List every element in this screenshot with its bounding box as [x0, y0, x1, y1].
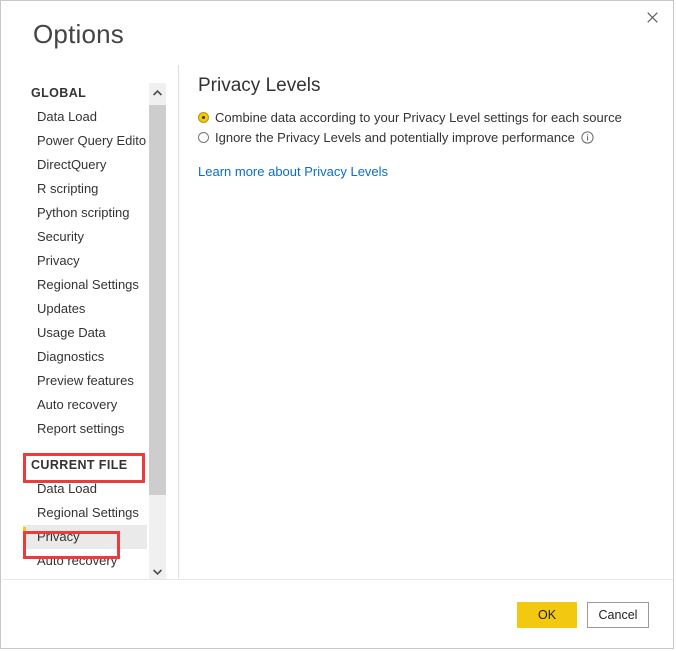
page-title: Options: [33, 19, 125, 49]
radio-option-combine-data[interactable]: Combine data according to your Privacy L…: [198, 107, 653, 127]
learn-more-link[interactable]: Learn more about Privacy Levels: [198, 164, 388, 179]
sidebar-item-power-query-editor[interactable]: Power Query Editor: [23, 129, 147, 153]
scroll-up-button[interactable]: [149, 83, 166, 100]
sidebar-item-data-load[interactable]: Data Load: [23, 477, 147, 501]
sidebar-item-diagnostics[interactable]: Diagnostics: [23, 345, 147, 369]
sidebar-item-report-settings[interactable]: Report settings: [23, 417, 147, 441]
sidebar-item-r-scripting[interactable]: R scripting: [23, 177, 147, 201]
options-dialog: Options GLOBAL Data Load Power Query Edito…: [0, 0, 674, 649]
chevron-up-icon: [153, 83, 162, 101]
radio-option-label: Ignore the Privacy Levels and potentiall…: [215, 129, 575, 145]
sidebar-item-privacy[interactable]: Privacy: [23, 525, 147, 549]
info-icon[interactable]: [581, 130, 594, 144]
radio-option-ignore-privacy-levels[interactable]: Ignore the Privacy Levels and potentiall…: [198, 127, 653, 147]
dialog-title-bar: Options: [1, 1, 673, 63]
close-button[interactable]: [630, 2, 673, 32]
ok-button[interactable]: OK: [517, 602, 577, 628]
sidebar-item-preview-features[interactable]: Preview features: [23, 369, 147, 393]
radio-button-selected-icon: [198, 111, 209, 123]
dialog-footer: OK Cancel: [1, 580, 673, 648]
sidebar-item-privacy[interactable]: Privacy: [23, 249, 147, 273]
scroll-down-button[interactable]: [149, 562, 166, 579]
sidebar-item-regional-settings[interactable]: Regional Settings: [23, 273, 147, 297]
radio-option-label: Combine data according to your Privacy L…: [215, 109, 622, 125]
sidebar-item-updates[interactable]: Updates: [23, 297, 147, 321]
sidebar-item-usage-data[interactable]: Usage Data: [23, 321, 147, 345]
sidebar-item-python-scripting[interactable]: Python scripting: [23, 201, 147, 225]
chevron-down-icon: [153, 562, 162, 580]
sidebar-item-regional-settings[interactable]: Regional Settings: [23, 501, 147, 525]
content-pane: Privacy Levels Combine data according to…: [198, 75, 653, 181]
sidebar-item-data-load[interactable]: Data Load: [23, 105, 147, 129]
sidebar-item-security[interactable]: Security: [23, 225, 147, 249]
sidebar-item-directquery[interactable]: DirectQuery: [23, 153, 147, 177]
close-icon: [646, 11, 658, 23]
sidebar-scrollbar[interactable]: [149, 83, 166, 579]
content-heading: Privacy Levels: [198, 75, 321, 96]
scrollbar-thumb[interactable]: [149, 105, 166, 495]
cancel-button[interactable]: Cancel: [587, 602, 649, 628]
sidebar-group-header-global: GLOBAL: [31, 86, 87, 100]
sidebar: GLOBAL Data Load Power Query Editor DirectQ…: [23, 81, 147, 581]
sidebar-item-auto-recovery[interactable]: Auto recovery: [23, 393, 147, 417]
sidebar-nav-list: GLOBAL Data Load Power Query Editor DirectQ…: [23, 81, 147, 573]
sidebar-item-auto-recovery[interactable]: Auto recovery: [23, 549, 147, 573]
pane-divider: [178, 65, 179, 578]
sidebar-group-header-current-file: CURRENT FILE: [31, 458, 128, 472]
radio-button-icon: [198, 131, 209, 143]
